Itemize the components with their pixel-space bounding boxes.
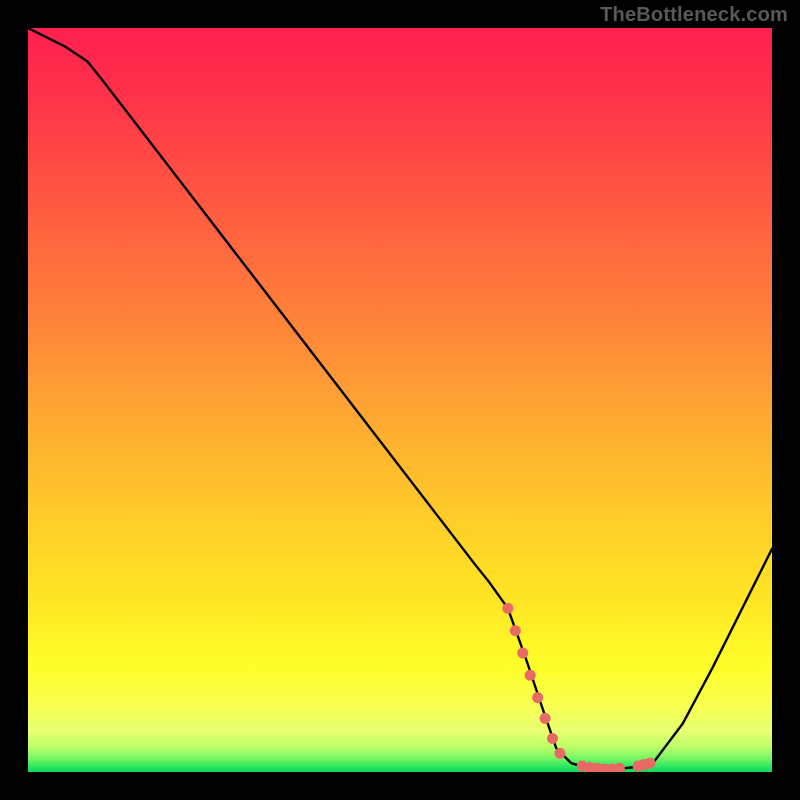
- curve-marker: [517, 647, 528, 658]
- curve-marker: [644, 758, 655, 769]
- curve-marker: [525, 670, 536, 681]
- curve-marker: [554, 748, 565, 759]
- chart-curve: [28, 28, 772, 772]
- curve-marker: [510, 625, 521, 636]
- curve-marker: [502, 603, 513, 614]
- plot-area: [28, 28, 772, 772]
- watermark-text: TheBottleneck.com: [600, 4, 788, 27]
- curve-marker: [532, 692, 543, 703]
- curve-marker: [614, 763, 625, 772]
- curve-marker: [540, 713, 551, 724]
- curve-marker: [547, 733, 558, 744]
